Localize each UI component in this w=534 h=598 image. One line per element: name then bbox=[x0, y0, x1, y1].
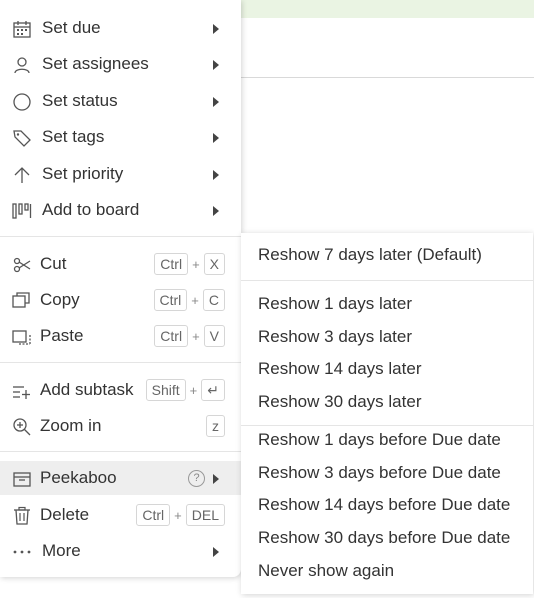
menu-item-label: Peekaboo bbox=[40, 468, 117, 487]
menu-item-zoom-in[interactable]: Zoom in z bbox=[0, 409, 241, 443]
key-del: DEL bbox=[185, 504, 225, 526]
key-enter: ↵ bbox=[201, 379, 225, 401]
menu-item-label: Delete bbox=[40, 505, 90, 524]
submenu-item-reshow-3-days-before-due[interactable]: Reshow 3 days before Due date bbox=[258, 463, 501, 483]
menu-item-add-subtask[interactable]: Add subtask Shift + ↵ bbox=[0, 373, 241, 407]
menu-divider bbox=[0, 362, 241, 363]
shortcut-hint: Ctrl + C bbox=[153, 289, 225, 311]
plus-sign: + bbox=[192, 256, 200, 272]
copy-icon bbox=[12, 291, 32, 311]
menu-item-set-due[interactable]: Set due bbox=[0, 11, 241, 45]
key-c: C bbox=[202, 289, 225, 311]
menu-item-set-assignees[interactable]: Set assignees bbox=[0, 47, 241, 81]
menu-item-label: Set priority bbox=[42, 164, 124, 183]
peekaboo-submenu: Reshow 7 days later (Default) Reshow 1 d… bbox=[241, 233, 533, 594]
submenu-item-reshow-1-days-before-due[interactable]: Reshow 1 days before Due date bbox=[258, 430, 501, 450]
subtask-icon bbox=[12, 381, 32, 401]
submenu-divider bbox=[241, 280, 533, 281]
menu-item-cut[interactable]: Cut Ctrl + X bbox=[0, 247, 241, 281]
menu-item-label: More bbox=[42, 541, 81, 560]
key-ctrl: Ctrl bbox=[154, 325, 189, 347]
chevron-right-icon bbox=[213, 474, 219, 484]
plus-sign: + bbox=[189, 382, 198, 398]
board-icon bbox=[12, 201, 32, 221]
menu-item-label: Add subtask bbox=[40, 380, 134, 399]
scissors-icon bbox=[12, 255, 32, 275]
key-ctrl: Ctrl bbox=[154, 253, 189, 275]
chevron-right-icon bbox=[213, 170, 219, 180]
help-icon[interactable]: ? bbox=[188, 470, 205, 487]
shortcut-hint: Ctrl + DEL bbox=[136, 504, 225, 526]
key-ctrl: Ctrl bbox=[136, 504, 171, 526]
trash-icon bbox=[12, 506, 32, 526]
submenu-divider bbox=[241, 425, 533, 426]
menu-item-set-status[interactable]: Set status bbox=[0, 84, 241, 118]
menu-item-peekaboo[interactable]: Peekaboo ? bbox=[0, 461, 241, 495]
circle-icon bbox=[12, 92, 32, 112]
menu-item-add-to-board[interactable]: Add to board bbox=[0, 193, 241, 227]
plus-sign: + bbox=[192, 328, 200, 344]
submenu-item-reshow-14-days-before-due[interactable]: Reshow 14 days before Due date bbox=[258, 495, 510, 515]
shortcut-hint: Shift + ↵ bbox=[145, 379, 225, 401]
menu-item-set-priority[interactable]: Set priority bbox=[0, 157, 241, 191]
plus-sign: + bbox=[174, 507, 182, 523]
menu-item-label: Set status bbox=[42, 91, 118, 110]
menu-item-delete[interactable]: Delete Ctrl + DEL bbox=[0, 498, 241, 532]
chevron-right-icon bbox=[213, 97, 219, 107]
menu-item-label: Set assignees bbox=[42, 54, 149, 73]
background-divider bbox=[240, 77, 534, 78]
submenu-item-never-show-again[interactable]: Never show again bbox=[258, 561, 394, 581]
menu-item-label: Copy bbox=[40, 290, 80, 309]
submenu-item-reshow-1-days[interactable]: Reshow 1 days later bbox=[258, 294, 412, 314]
chevron-right-icon bbox=[213, 133, 219, 143]
menu-item-label: Set tags bbox=[42, 127, 105, 146]
menu-item-copy[interactable]: Copy Ctrl + C bbox=[0, 283, 241, 317]
key-v: V bbox=[203, 325, 225, 347]
menu-item-label: Cut bbox=[40, 254, 67, 273]
shortcut-hint: Ctrl + V bbox=[154, 325, 225, 347]
menu-divider bbox=[0, 236, 241, 237]
shortcut-hint: z bbox=[206, 415, 225, 437]
menu-divider bbox=[0, 451, 241, 452]
user-icon bbox=[12, 55, 32, 75]
chevron-right-icon bbox=[213, 206, 219, 216]
arrow-up-icon bbox=[12, 165, 32, 185]
chevron-right-icon bbox=[213, 60, 219, 70]
submenu-item-reshow-7-days[interactable]: Reshow 7 days later (Default) bbox=[258, 245, 482, 265]
tag-icon bbox=[12, 128, 32, 148]
context-menu: Set due Set assignees Set status Set tag… bbox=[0, 0, 241, 577]
more-icon bbox=[12, 542, 32, 562]
submenu-item-reshow-30-days[interactable]: Reshow 30 days later bbox=[258, 392, 421, 412]
chevron-right-icon bbox=[213, 547, 219, 557]
key-ctrl: Ctrl bbox=[153, 289, 188, 311]
chevron-right-icon bbox=[213, 24, 219, 34]
key-x: X bbox=[203, 253, 225, 275]
key-z: z bbox=[206, 415, 225, 437]
zoom-in-icon bbox=[12, 417, 32, 437]
peekaboo-icon bbox=[12, 469, 32, 489]
submenu-item-reshow-14-days[interactable]: Reshow 14 days later bbox=[258, 359, 421, 379]
calendar-icon bbox=[12, 19, 32, 39]
menu-item-label: Paste bbox=[40, 326, 84, 345]
submenu-item-reshow-3-days[interactable]: Reshow 3 days later bbox=[258, 327, 412, 347]
paste-icon bbox=[12, 327, 32, 347]
menu-item-more[interactable]: More bbox=[0, 534, 241, 568]
menu-item-label: Set due bbox=[42, 18, 101, 37]
menu-item-label: Add to board bbox=[42, 200, 140, 219]
menu-item-label: Zoom in bbox=[40, 416, 102, 435]
menu-item-set-tags[interactable]: Set tags bbox=[0, 120, 241, 154]
plus-sign: + bbox=[191, 292, 199, 308]
menu-item-paste[interactable]: Paste Ctrl + V bbox=[0, 319, 241, 353]
shortcut-hint: Ctrl + X bbox=[154, 253, 225, 275]
key-shift: Shift bbox=[145, 379, 186, 401]
submenu-item-reshow-30-days-before-due[interactable]: Reshow 30 days before Due date bbox=[258, 528, 510, 548]
